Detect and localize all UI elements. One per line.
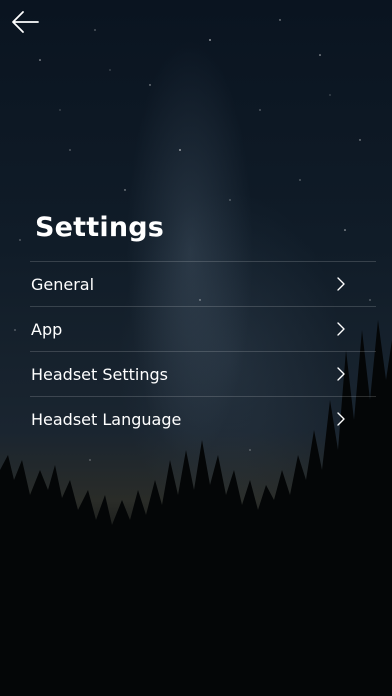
menu-item-app[interactable]: App xyxy=(30,306,376,351)
back-button[interactable] xyxy=(10,8,42,36)
menu-item-label: App xyxy=(31,319,63,339)
settings-menu: General App Headset Settings Headset Lan… xyxy=(30,261,376,441)
chevron-right-icon xyxy=(337,412,345,426)
menu-item-general[interactable]: General xyxy=(30,261,376,306)
page-title: Settings xyxy=(35,212,165,243)
menu-item-label: General xyxy=(31,274,95,294)
menu-item-label: Headset Settings xyxy=(31,364,168,384)
menu-item-headset-settings[interactable]: Headset Settings xyxy=(30,351,376,396)
chevron-right-icon xyxy=(337,277,345,291)
menu-item-label: Headset Language xyxy=(31,409,182,429)
chevron-right-icon xyxy=(337,367,345,381)
menu-item-headset-language[interactable]: Headset Language xyxy=(30,396,376,441)
chevron-right-icon xyxy=(337,322,345,336)
arrow-left-icon xyxy=(12,11,39,33)
